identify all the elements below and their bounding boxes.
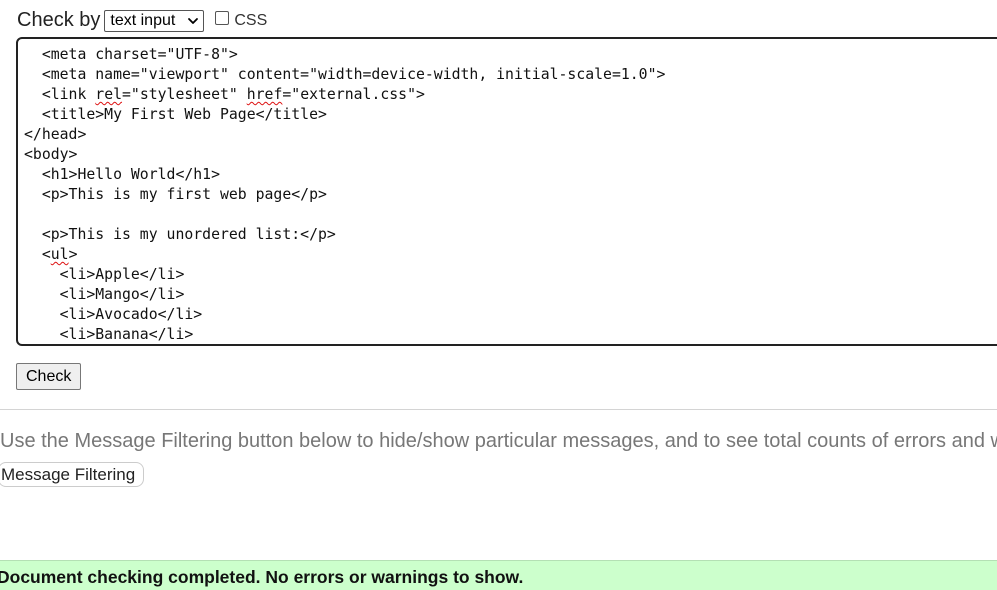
code-text: <li>Avocado</li> — [24, 306, 203, 323]
code-line: <meta charset="UTF-8"> — [24, 45, 997, 65]
code-text: <li>Apple</li> — [24, 266, 185, 283]
code-line: <body> — [24, 145, 997, 165]
filter-info-text: Use the Message Filtering button below t… — [0, 430, 997, 452]
misspelled-word: href — [246, 86, 283, 103]
success-message: Document checking completed. No errors o… — [0, 567, 524, 587]
code-text: ="external.css"> — [282, 86, 425, 103]
code-line: <li>Apple</li> — [24, 265, 997, 285]
code-line: </head> — [24, 125, 997, 145]
code-text: > — [68, 246, 78, 263]
code-line: <li>Banana</li> — [24, 325, 997, 344]
success-banner: Document checking completed. No errors o… — [0, 560, 997, 590]
css-checkbox-label: CSS — [234, 11, 268, 29]
validator-page: Check by text input CSS <meta charset="U… — [0, 0, 997, 590]
code-text: </head> — [24, 126, 87, 143]
code-text: <body> — [24, 146, 78, 163]
code-text: <meta charset="UTF-8"> — [24, 46, 238, 63]
message-filtering-button[interactable]: Message Filtering — [0, 462, 145, 487]
code-text: <li>Banana</li> — [24, 326, 194, 343]
source-textarea[interactable]: <meta charset="UTF-8"> <meta name="viewp… — [16, 37, 997, 346]
code-text: <h1>Hello World</h1> — [24, 166, 220, 183]
css-checkbox[interactable] — [215, 10, 230, 25]
code-line: <ul> — [24, 245, 997, 265]
chevron-down-icon — [188, 17, 199, 24]
misspelled-word: rel — [95, 86, 123, 103]
check-by-select[interactable]: text input — [104, 9, 205, 32]
source-code: <meta charset="UTF-8"> <meta name="viewp… — [18, 39, 997, 344]
code-line: <title>My First Web Page</title> — [24, 105, 997, 125]
code-text: <li>Mango</li> — [24, 286, 185, 303]
check-button[interactable]: Check — [16, 363, 82, 390]
code-text: ="stylesheet" — [122, 86, 247, 103]
check-by-label: Check by — [17, 9, 101, 31]
check-by-row: Check by text input CSS — [17, 9, 267, 32]
code-line: <p>This is my unordered list:</p> — [24, 225, 997, 245]
misspelled-word: ul — [50, 246, 69, 263]
code-line: <link rel="stylesheet" href="external.cs… — [24, 85, 997, 105]
code-line: <li>Mango</li> — [24, 285, 997, 305]
check-by-select-value: text input — [110, 11, 176, 29]
code-text: <link — [24, 86, 96, 103]
code-line: <h1>Hello World</h1> — [24, 165, 997, 185]
section-divider — [0, 409, 997, 410]
code-line: <meta name="viewport" content="width=dev… — [24, 65, 997, 85]
css-option[interactable]: CSS — [215, 10, 268, 30]
code-text: <p>This is my unordered list:</p> — [24, 226, 336, 243]
code-line: <li>Avocado</li> — [24, 305, 997, 325]
code-text: <p>This is my first web page</p> — [24, 186, 327, 203]
code-line: <p>This is my first web page</p> — [24, 185, 997, 205]
code-text: <title>My First Web Page</title> — [24, 106, 327, 123]
code-text: < — [24, 246, 51, 263]
code-text: <meta name="viewport" content="width=dev… — [24, 66, 666, 83]
